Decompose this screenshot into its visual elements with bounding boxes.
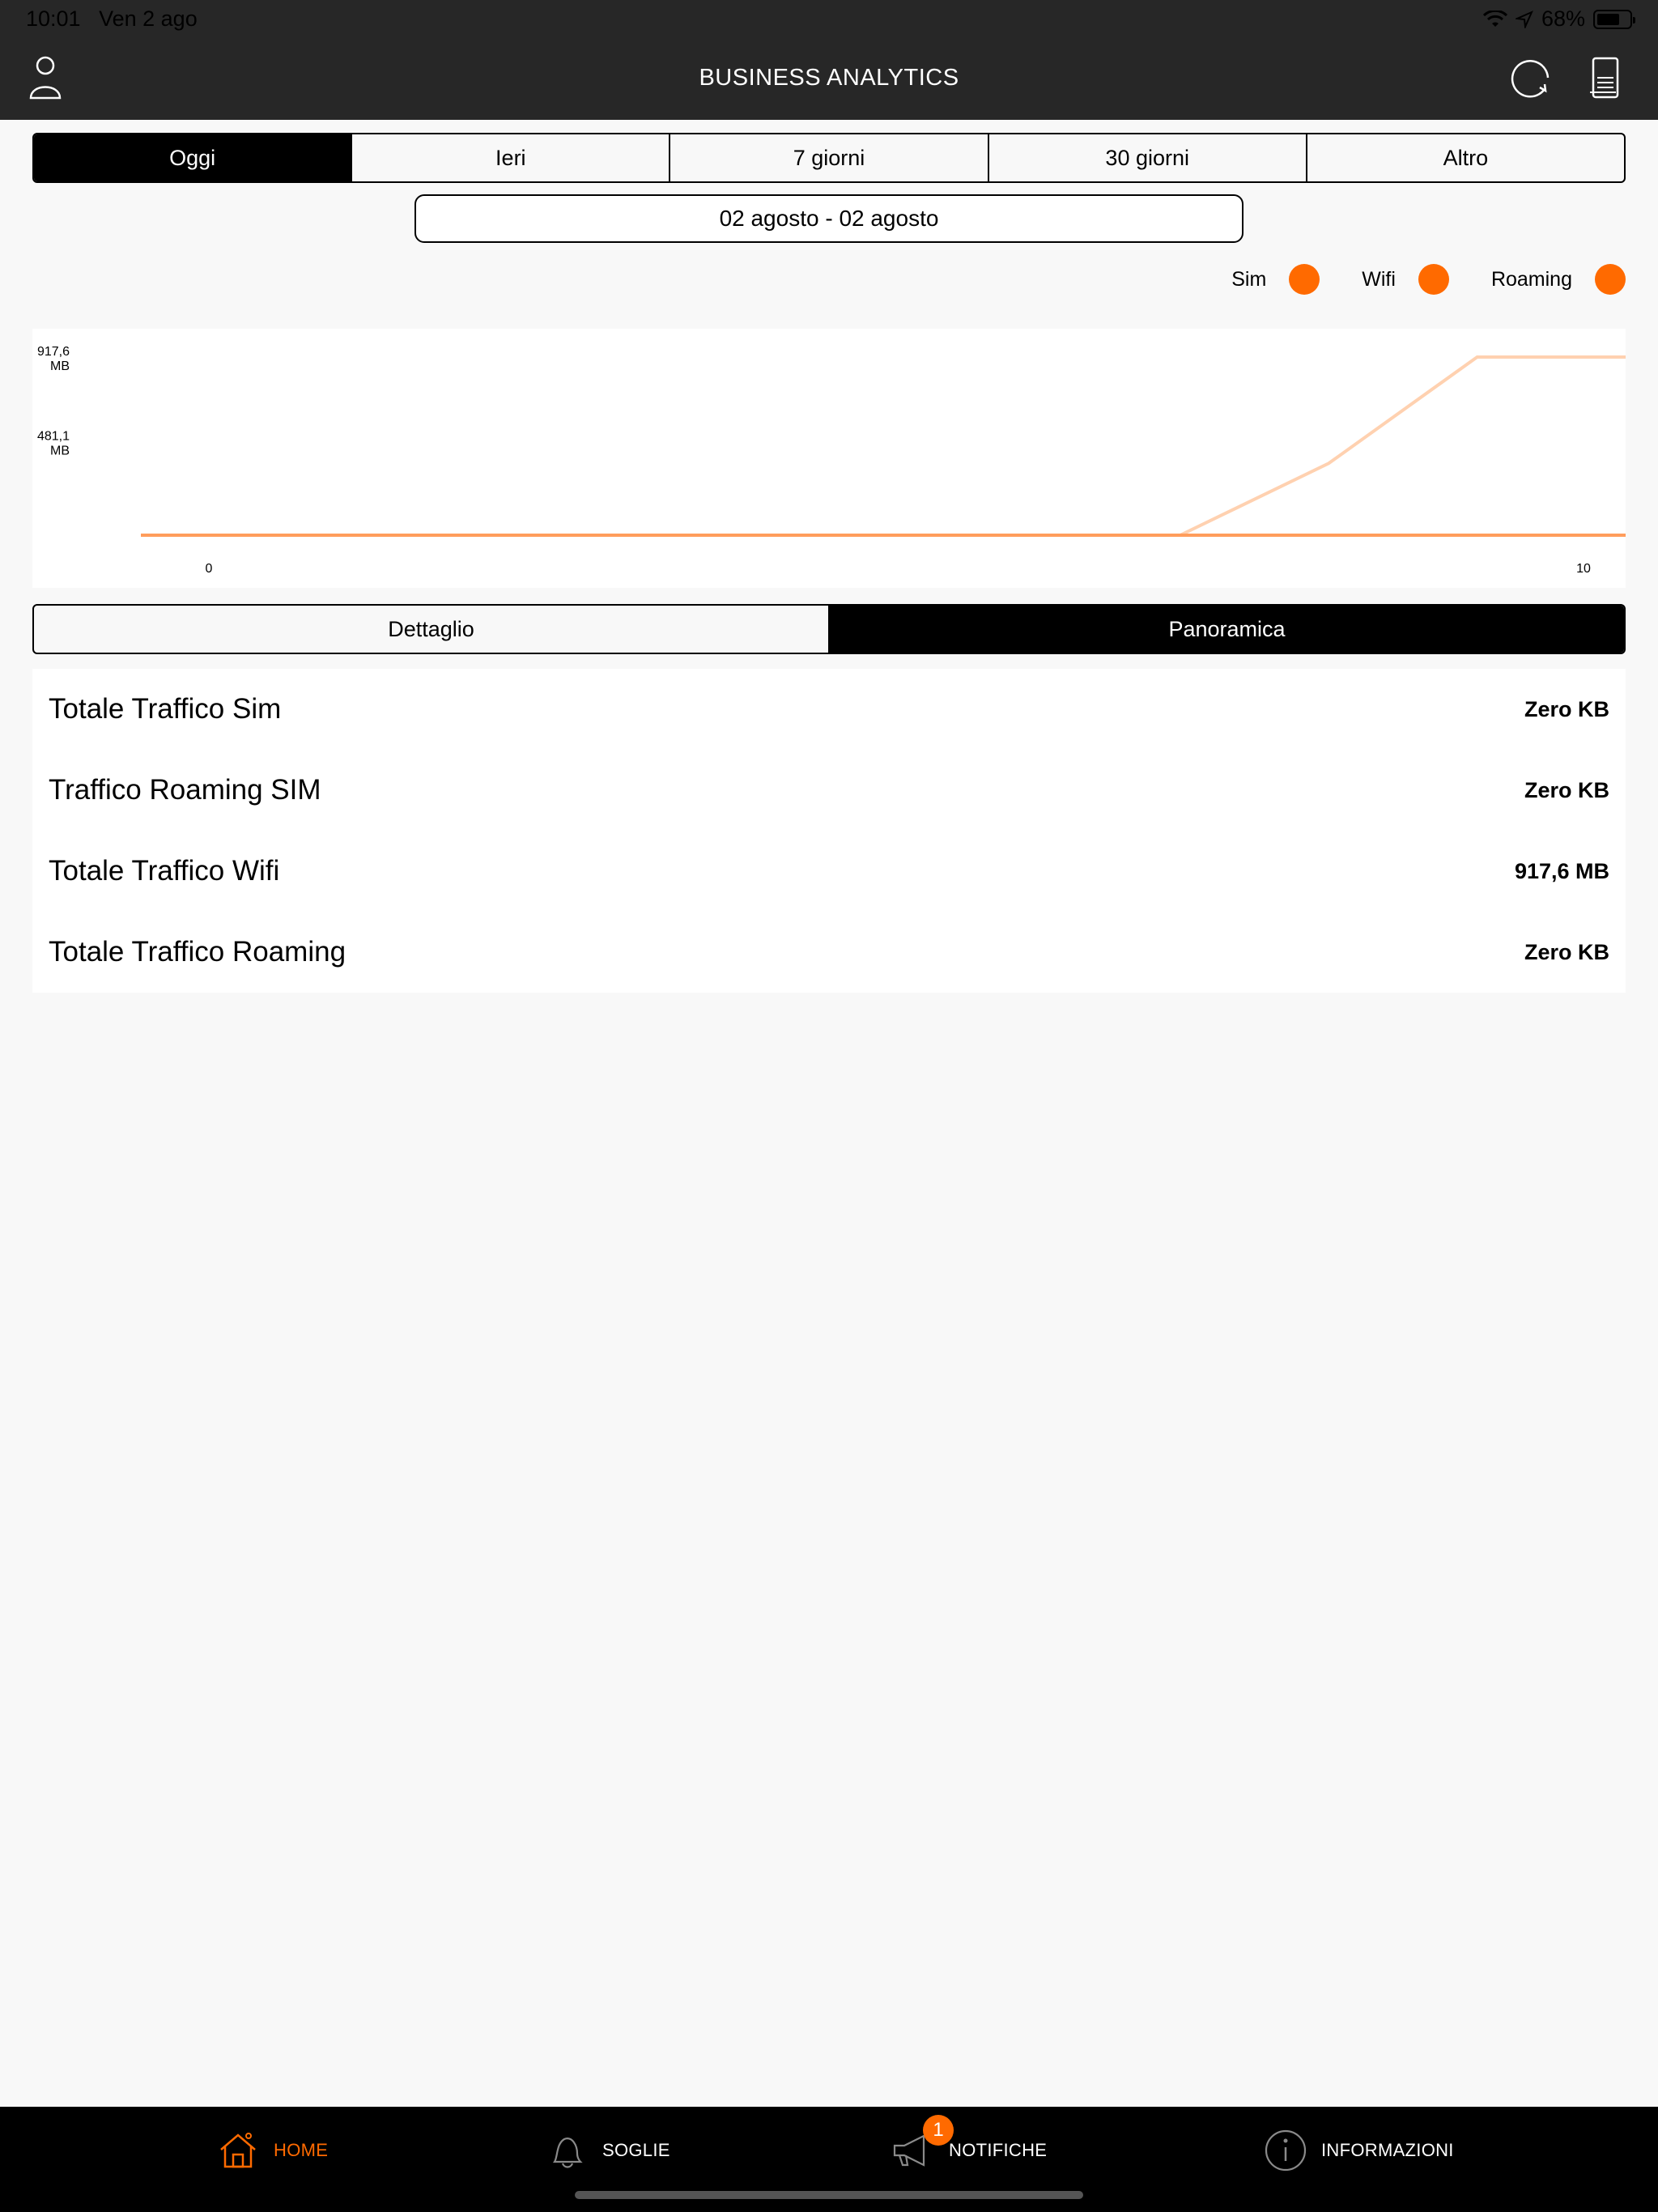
y-tick-label: 481,1	[37, 430, 70, 444]
tab-panoramica[interactable]: Panoramica	[830, 606, 1624, 653]
legend-dot	[1289, 264, 1320, 295]
home-indicator[interactable]	[575, 2191, 1083, 2199]
tab-informazioni[interactable]: INFORMAZIONI	[1263, 2126, 1454, 2175]
bell-icon	[544, 2128, 589, 2173]
tab-oggi[interactable]: Oggi	[34, 134, 353, 181]
list-item: Totale Traffico Sim Zero KB	[32, 669, 1626, 750]
tab-ieri[interactable]: Ieri	[352, 134, 671, 181]
list-item: Totale Traffico Roaming Zero KB	[32, 912, 1626, 993]
view-selector: Dettaglio Panoramica	[32, 604, 1626, 654]
traffic-chart: 917,6 MB 481,1 MB 0 10	[32, 329, 1626, 588]
page-title: BUSINESS ANALYTICS	[699, 65, 959, 91]
info-icon	[1263, 2128, 1308, 2173]
battery-icon	[1593, 9, 1635, 29]
row-label: Traffico Roaming SIM	[49, 774, 321, 806]
status-bar-time: 10:01 Ven 2 ago	[26, 6, 198, 32]
tab-7-giorni[interactable]: 7 giorni	[670, 134, 989, 181]
traffic-summary-list: Totale Traffico Sim Zero KB Traffico Roa…	[32, 669, 1626, 993]
legend-label: Sim	[1231, 267, 1267, 291]
row-label: Totale Traffico Sim	[49, 693, 282, 725]
legend-item-sim[interactable]: Sim	[1231, 264, 1320, 295]
chart-legend: Sim Wifi Roaming	[1189, 264, 1626, 295]
status-bar-right: 68%	[1482, 6, 1635, 32]
home-icon	[215, 2128, 261, 2173]
x-tick-label: 10	[1576, 562, 1591, 576]
tab-label: HOME	[274, 2140, 329, 2160]
tab-30-giorni[interactable]: 30 giorni	[989, 134, 1307, 181]
top-bar: 10:01 Ven 2 ago 68% BUSINESS ANALYTICS	[0, 0, 1658, 120]
wifi-icon	[1482, 10, 1507, 27]
tab-dettaglio[interactable]: Dettaglio	[34, 606, 830, 653]
tab-label: NOTIFICHE	[949, 2140, 1048, 2160]
row-label: Totale Traffico Roaming	[49, 936, 346, 968]
list-item: Totale Traffico Wifi 917,6 MB	[32, 831, 1626, 912]
row-value: Zero KB	[1524, 939, 1609, 964]
legend-dot	[1418, 264, 1449, 295]
y-tick-unit: MB	[50, 445, 70, 458]
series-line-wifi	[141, 355, 1626, 537]
traffic-chart-svg: 917,6MB481,1MB 0 10	[37, 345, 1626, 576]
legend-dot	[1595, 264, 1626, 295]
battery-percent: 68%	[1541, 6, 1585, 31]
x-tick-label: 0	[206, 562, 213, 576]
status-date: Ven 2 ago	[99, 6, 198, 31]
legend-label: Roaming	[1490, 267, 1572, 291]
row-label: Totale Traffico Wifi	[49, 855, 280, 887]
list-item: Traffico Roaming SIM Zero KB	[32, 750, 1626, 831]
y-tick-unit: MB	[50, 359, 70, 373]
tab-altro[interactable]: Altro	[1307, 134, 1624, 181]
legend-item-wifi[interactable]: Wifi	[1362, 264, 1449, 295]
y-tick-label: 917,6	[37, 345, 70, 359]
refresh-icon[interactable]	[1507, 52, 1556, 104]
notification-badge: 1	[923, 2115, 954, 2146]
tab-label: INFORMAZIONI	[1321, 2140, 1454, 2160]
period-selector: Oggi Ieri 7 giorni 30 giorni Altro	[32, 133, 1626, 183]
row-value: 917,6 MB	[1514, 858, 1609, 883]
legend-label: Wifi	[1362, 267, 1396, 291]
tab-soglie[interactable]: SOGLIE	[544, 2126, 670, 2175]
document-icon[interactable]	[1580, 52, 1629, 104]
location-icon	[1515, 10, 1533, 28]
row-value: Zero KB	[1524, 696, 1609, 721]
tab-home[interactable]: HOME	[215, 2126, 328, 2175]
tab-notifiche[interactable]: NOTIFICHE	[891, 2126, 1047, 2175]
date-range-button[interactable]: 02 agosto - 02 agosto	[414, 194, 1244, 243]
status-time: 10:01	[26, 6, 81, 31]
tab-label: SOGLIE	[602, 2140, 670, 2160]
row-value: Zero KB	[1524, 777, 1609, 802]
legend-item-roaming[interactable]: Roaming	[1491, 264, 1626, 295]
